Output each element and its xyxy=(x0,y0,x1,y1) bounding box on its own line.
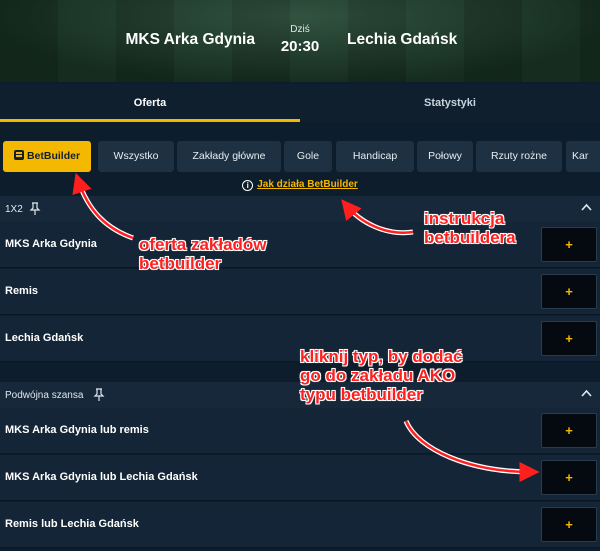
annotation-click: kliknij typ, by dodać go do zakładu AKO ty… xyxy=(300,347,463,404)
add-selection-button[interactable]: + xyxy=(541,413,597,448)
section-title: 1X2 xyxy=(5,204,23,215)
section-title: Podwójna szansa xyxy=(5,390,84,401)
tab-oferta[interactable]: Oferta xyxy=(0,84,300,120)
match-time: 20:30 xyxy=(280,38,320,55)
filter-label: BetBuilder xyxy=(26,150,81,162)
filter-kartki[interactable]: Kar xyxy=(566,141,600,172)
add-selection-button[interactable]: + xyxy=(541,507,597,542)
selection-row[interactable]: MKS Arka Gdynia lub remis + xyxy=(0,408,600,454)
add-selection-button[interactable]: + xyxy=(541,460,597,495)
annotation-offer: oferta zakładów betbuilder xyxy=(139,235,267,273)
chevron-up-icon[interactable] xyxy=(581,203,592,211)
how-betbuilder-link[interactable]: Jak działa BetBuilder xyxy=(257,179,358,190)
filter-gole[interactable]: Gole xyxy=(284,141,332,172)
chevron-up-icon[interactable] xyxy=(581,389,592,397)
match-day: Dziś xyxy=(290,24,310,35)
betbuilder-icon xyxy=(13,150,24,160)
main-tabs: Oferta Statystyki xyxy=(0,84,600,122)
tab-statystyki[interactable]: Statystyki xyxy=(300,84,600,120)
match-header: MKS Arka Gdynia Dziś 20:30 Lechia Gdańsk xyxy=(0,0,600,82)
home-team-name: MKS Arka Gdynia xyxy=(125,31,256,48)
pin-icon[interactable] xyxy=(93,388,105,402)
selection-name: Lechia Gdańsk xyxy=(5,332,84,344)
info-icon: i xyxy=(242,180,254,191)
selection-row[interactable]: MKS Arka Gdynia lub Lechia Gdańsk + xyxy=(0,455,600,501)
filter-betbuilder[interactable]: BetBuilder xyxy=(3,141,91,172)
market-filter-bar: BetBuilder Wszystko Zakłady główne Gole … xyxy=(3,141,600,173)
selection-row[interactable]: Remis + xyxy=(0,269,600,315)
how-betbuilder-row: i Jak działa BetBuilder xyxy=(0,179,600,191)
selection-name: MKS Arka Gdynia lub remis xyxy=(5,424,149,436)
add-selection-button[interactable]: + xyxy=(541,321,597,356)
match-time-block: Dziś 20:30 xyxy=(270,24,330,55)
selection-name: Remis xyxy=(5,285,39,297)
pin-icon[interactable] xyxy=(29,202,41,216)
selection-name: Remis lub Lechia Gdańsk xyxy=(5,518,139,530)
away-team-name: Lechia Gdańsk xyxy=(347,31,458,48)
annotation-instruction: instrukcja betbuildera xyxy=(424,209,516,247)
selection-row[interactable]: Remis lub Lechia Gdańsk + xyxy=(0,502,600,548)
filter-handicap[interactable]: Handicap xyxy=(336,141,414,172)
selection-name: MKS Arka Gdynia xyxy=(5,238,97,250)
add-selection-button[interactable]: + xyxy=(541,274,597,309)
filter-polowy[interactable]: Połowy xyxy=(417,141,473,172)
active-tab-indicator xyxy=(0,119,300,122)
filter-zaklady-glowne[interactable]: Zakłady główne xyxy=(177,141,281,172)
selection-name: MKS Arka Gdynia lub Lechia Gdańsk xyxy=(5,471,198,483)
add-selection-button[interactable]: + xyxy=(541,227,597,262)
filter-wszystko[interactable]: Wszystko xyxy=(98,141,174,172)
filter-rzuty-rozne[interactable]: Rzuty rożne xyxy=(476,141,562,172)
